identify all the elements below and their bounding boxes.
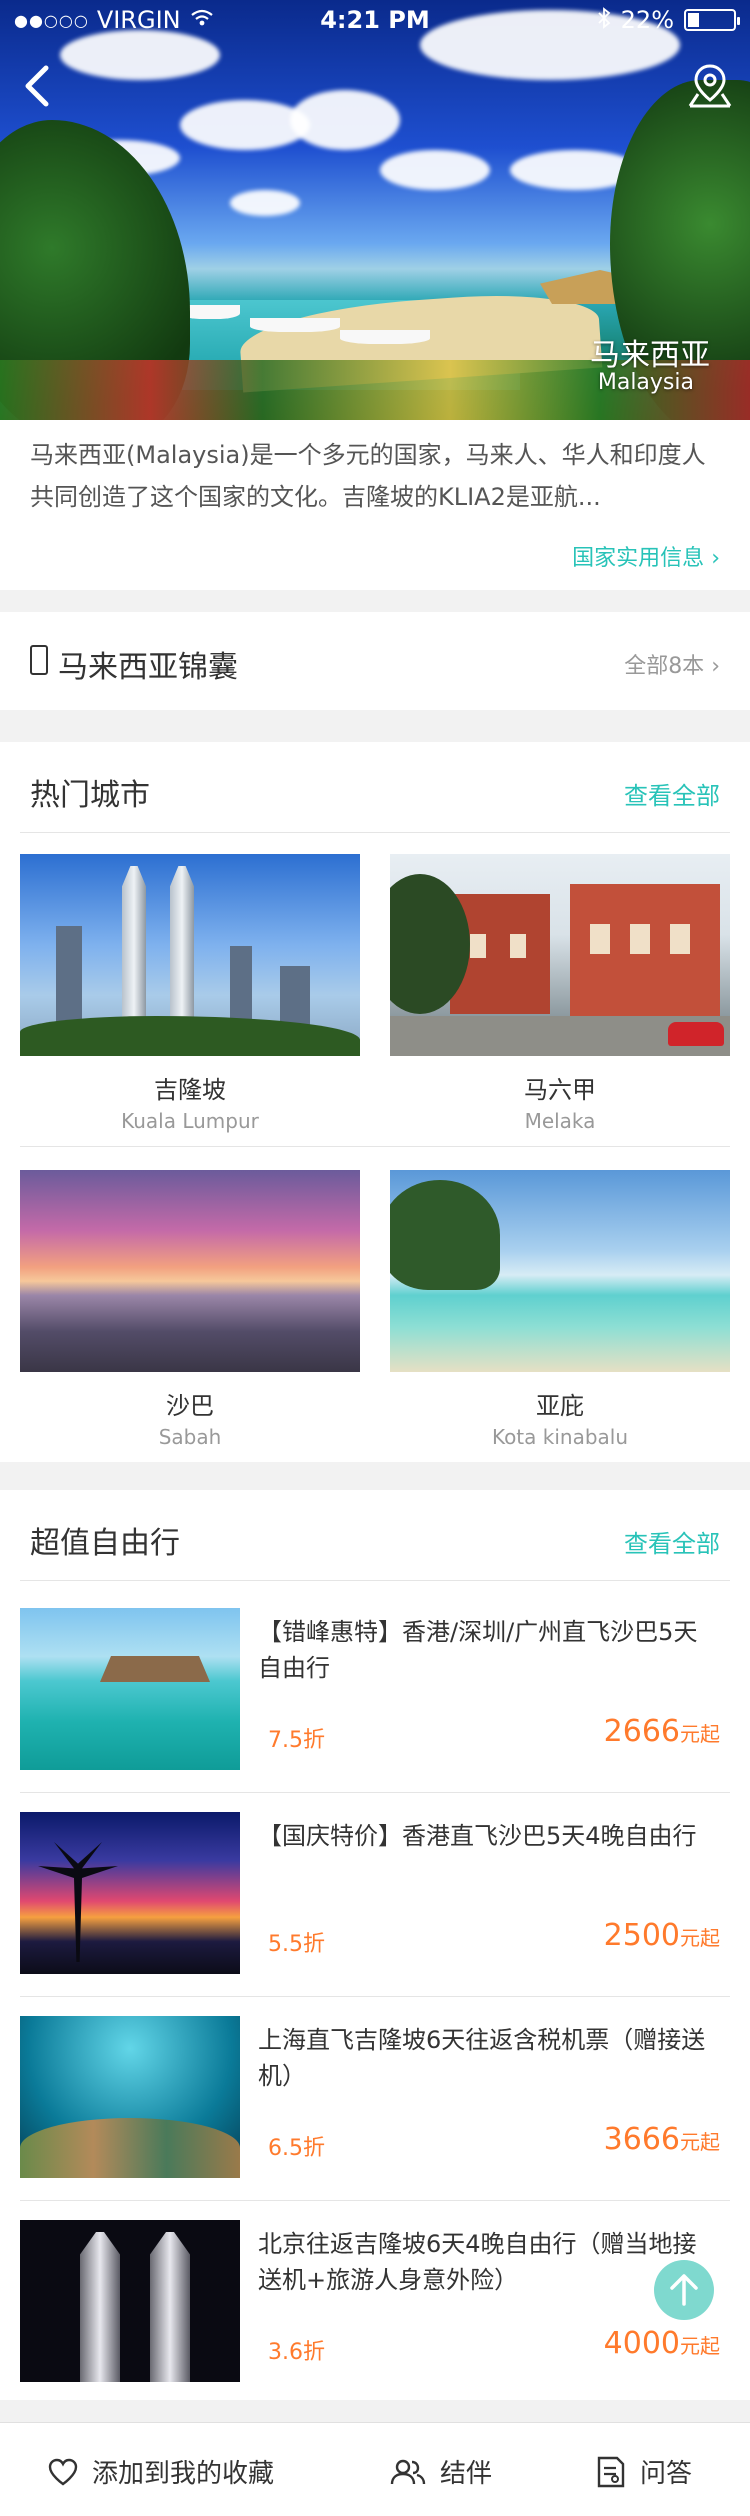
country-title: 马来西亚: [590, 338, 710, 373]
scroll-to-top-button[interactable]: [654, 2260, 714, 2320]
deal-price-value: 2500: [603, 1918, 680, 1953]
deal-discount: 7.5折: [268, 1728, 325, 1753]
deal-price-unit: 元起: [680, 2130, 720, 2154]
city-card-sabah[interactable]: 沙巴 Sabah: [20, 1170, 360, 1449]
users-icon: [390, 2459, 426, 2484]
intro-text: 马来西亚(Malaysia)是一个多元的国家，马来人、华人和印度人共同创造了这个…: [30, 441, 706, 511]
add-favorite-label: 添加到我的收藏: [92, 2459, 275, 2489]
back-button[interactable]: [18, 60, 58, 112]
city-name-en: Kuala Lumpur: [121, 1109, 259, 1133]
deal-discount: 5.5折: [268, 1932, 325, 1957]
document-qa-icon: [597, 2456, 625, 2487]
qa-label: 问答: [640, 2459, 693, 2489]
bottom-action-bar: 添加到我的收藏 结伴 问答: [0, 2422, 750, 2516]
city-image: [390, 854, 730, 1056]
battery-icon: [684, 9, 740, 31]
qa-button[interactable]: 问答: [596, 2453, 692, 2490]
arrow-up-icon: [670, 2274, 698, 2306]
deal-title: 【国庆特价】香港直飞沙巴5天4晚自由行: [258, 1822, 697, 1850]
country-intro: 马来西亚(Malaysia)是一个多元的国家，马来人、华人和印度人共同创造了这个…: [0, 420, 750, 590]
deal-price: 2500元起: [604, 1918, 720, 1953]
status-bar: ●●○○○ VIRGIN 4:21 PM 22%: [0, 0, 750, 40]
deal-thumbnail: [20, 1812, 240, 1974]
deal-thumbnail: [20, 2016, 240, 2178]
city-name-en: Sabah: [158, 1425, 222, 1449]
companion-button[interactable]: 结伴: [390, 2453, 492, 2490]
deal-price-value: 4000: [603, 2326, 680, 2361]
chevron-right-icon: ›: [711, 546, 720, 571]
guide-more-label: 全部8本: [624, 654, 705, 679]
practical-info-link[interactable]: 国家实用信息 ›: [572, 540, 720, 572]
add-favorite-button[interactable]: 添加到我的收藏: [48, 2453, 274, 2490]
deal-price: 4000元起: [604, 2326, 720, 2361]
deal-item[interactable]: 上海直飞吉隆坡6天往返含税机票（赠接送机） 6.5折 3666元起: [0, 1998, 750, 2200]
city-name-en: Kota kinabalu: [491, 1425, 629, 1449]
divider: [20, 1146, 730, 1147]
deal-discount: 3.6折: [268, 2340, 325, 2365]
deal-title: 上海直飞吉隆坡6天往返含税机票（赠接送机）: [258, 2026, 706, 2090]
deal-price-unit: 元起: [680, 1926, 720, 1950]
deal-thumbnail: [20, 1608, 240, 1770]
deal-price: 2666元起: [604, 1714, 720, 1749]
hot-cities-section: 热门城市 查看全部 吉隆坡 Kuala Lumpur 马六甲 Melaka 沙巴…: [0, 742, 750, 1462]
city-name-cn: 沙巴: [166, 1392, 214, 1420]
deal-price-unit: 元起: [680, 2334, 720, 2358]
divider: [20, 1996, 730, 1997]
practical-info-label: 国家实用信息: [572, 546, 705, 571]
city-image: [20, 854, 360, 1056]
bluetooth-icon: [597, 6, 611, 34]
divider: [20, 1580, 730, 1581]
guide-more-link[interactable]: 全部8本 ›: [624, 648, 720, 680]
city-name-cn: 亚庇: [536, 1392, 584, 1420]
city-name-cn: 马六甲: [524, 1076, 596, 1104]
map-pin-icon: [688, 64, 732, 108]
guide-row[interactable]: 马来西亚锦囊 全部8本 ›: [0, 612, 750, 710]
hero-banner: ●●○○○ VIRGIN 4:21 PM 22% 马来西亚 Malaysia: [0, 0, 750, 420]
city-card-melaka[interactable]: 马六甲 Melaka: [390, 854, 730, 1133]
heart-icon: [48, 2458, 78, 2485]
deals-view-all[interactable]: 查看全部: [624, 1524, 720, 1559]
deals-section: 超值自由行 查看全部 【错峰惠特】香港/深圳/广州直飞沙巴5天自由行 7.5折 …: [0, 1490, 750, 2400]
deal-title: 【错峰惠特】香港/深圳/广州直飞沙巴5天自由行: [258, 1618, 698, 1682]
guide-title: 马来西亚锦囊: [58, 650, 238, 685]
deal-item[interactable]: 【错峰惠特】香港/深圳/广州直飞沙巴5天自由行 7.5折 2666元起: [0, 1590, 750, 1792]
companion-label: 结伴: [440, 2459, 493, 2489]
divider: [20, 2200, 730, 2201]
deal-price-value: 2666: [603, 1714, 680, 1749]
chevron-right-icon: ›: [711, 654, 720, 679]
map-location-button[interactable]: [686, 62, 734, 110]
deal-price: 3666元起: [604, 2122, 720, 2157]
city-card-kuala-lumpur[interactable]: 吉隆坡 Kuala Lumpur: [20, 854, 360, 1133]
deal-discount: 6.5折: [268, 2136, 325, 2161]
deal-title: 北京往返吉隆坡6天4晚自由行（赠当地接送机+旅游人身意外险）: [258, 2230, 697, 2294]
deal-price-unit: 元起: [680, 1722, 720, 1746]
deal-thumbnail: [20, 2220, 240, 2382]
battery-percent: 22%: [620, 6, 674, 34]
deal-item[interactable]: 【国庆特价】香港直飞沙巴5天4晚自由行 5.5折 2500元起: [0, 1794, 750, 1996]
deal-price-value: 3666: [603, 2122, 680, 2157]
deal-item[interactable]: 北京往返吉隆坡6天4晚自由行（赠当地接送机+旅游人身意外险） 3.6折 4000…: [0, 2202, 750, 2404]
city-card-kota-kinabalu[interactable]: 亚庇 Kota kinabalu: [390, 1170, 730, 1449]
city-image: [390, 1170, 730, 1372]
hot-cities-title: 热门城市: [30, 778, 150, 813]
city-image: [20, 1170, 360, 1372]
divider: [20, 1792, 730, 1793]
deals-title: 超值自由行: [30, 1526, 180, 1561]
divider: [20, 832, 730, 833]
phone-icon: [30, 645, 48, 675]
country-subtitle: Malaysia: [597, 370, 694, 395]
hot-cities-view-all[interactable]: 查看全部: [624, 776, 720, 811]
city-name-en: Melaka: [524, 1109, 596, 1133]
city-name-cn: 吉隆坡: [154, 1076, 226, 1104]
